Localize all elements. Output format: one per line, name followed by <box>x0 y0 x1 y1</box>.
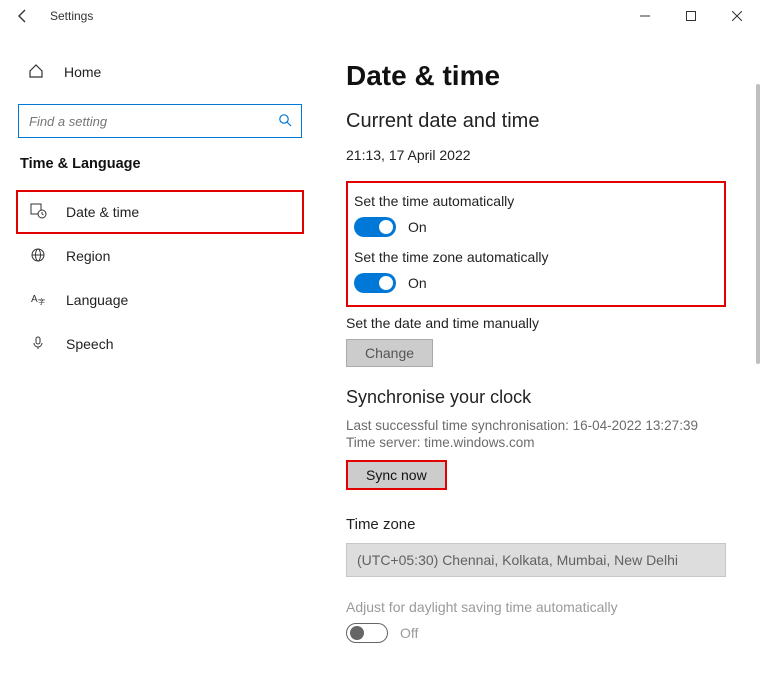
auto-settings-highlight: Set the time automatically On Set the ti… <box>346 181 726 307</box>
auto-time-label: Set the time automatically <box>354 193 712 209</box>
current-datetime: 21:13, 17 April 2022 <box>346 147 726 163</box>
home-icon <box>26 63 46 82</box>
sync-last: Last successful time synchronisation: 16… <box>346 418 726 433</box>
nav-label: Speech <box>66 336 113 352</box>
sidebar-item-region[interactable]: Region <box>16 234 304 278</box>
auto-tz-state: On <box>408 275 427 291</box>
auto-tz-toggle[interactable] <box>354 273 396 293</box>
nav-label: Language <box>66 292 128 308</box>
dst-state: Off <box>400 625 418 641</box>
home-label: Home <box>64 64 101 80</box>
home-nav[interactable]: Home <box>16 52 304 92</box>
scrollbar[interactable] <box>756 84 760 364</box>
tz-heading: Time zone <box>346 516 726 533</box>
window-title: Settings <box>50 9 93 23</box>
search-input[interactable] <box>18 104 302 138</box>
page-subtitle: Current date and time <box>346 110 726 133</box>
sidebar-item-language[interactable]: A字 Language <box>16 278 304 322</box>
sidebar-section-title: Time & Language <box>20 156 304 172</box>
close-button[interactable] <box>714 0 760 32</box>
globe-icon <box>28 247 48 266</box>
auto-time-state: On <box>408 219 427 235</box>
sidebar-item-speech[interactable]: Speech <box>16 322 304 366</box>
search-icon <box>278 113 292 130</box>
change-button: Change <box>346 339 433 367</box>
page-title: Date & time <box>346 60 726 92</box>
svg-text:A: A <box>31 294 38 305</box>
minimize-button[interactable] <box>622 0 668 32</box>
sync-heading: Synchronise your clock <box>346 387 726 408</box>
dst-toggle <box>346 623 388 643</box>
sync-server: Time server: time.windows.com <box>346 435 726 450</box>
nav-label: Date & time <box>66 204 139 220</box>
calendar-clock-icon <box>28 202 48 222</box>
svg-text:字: 字 <box>38 297 45 306</box>
maximize-button[interactable] <box>668 0 714 32</box>
manual-label: Set the date and time manually <box>346 315 726 331</box>
sync-now-button[interactable]: Sync now <box>346 460 447 490</box>
microphone-icon <box>28 335 48 354</box>
dst-label: Adjust for daylight saving time automati… <box>346 599 726 615</box>
back-button[interactable] <box>14 7 32 25</box>
nav-label: Region <box>66 248 110 264</box>
timezone-select: (UTC+05:30) Chennai, Kolkata, Mumbai, Ne… <box>346 543 726 577</box>
sidebar-item-date-time[interactable]: Date & time <box>16 190 304 234</box>
auto-tz-label: Set the time zone automatically <box>354 249 712 265</box>
language-icon: A字 <box>28 291 48 310</box>
auto-time-toggle[interactable] <box>354 217 396 237</box>
